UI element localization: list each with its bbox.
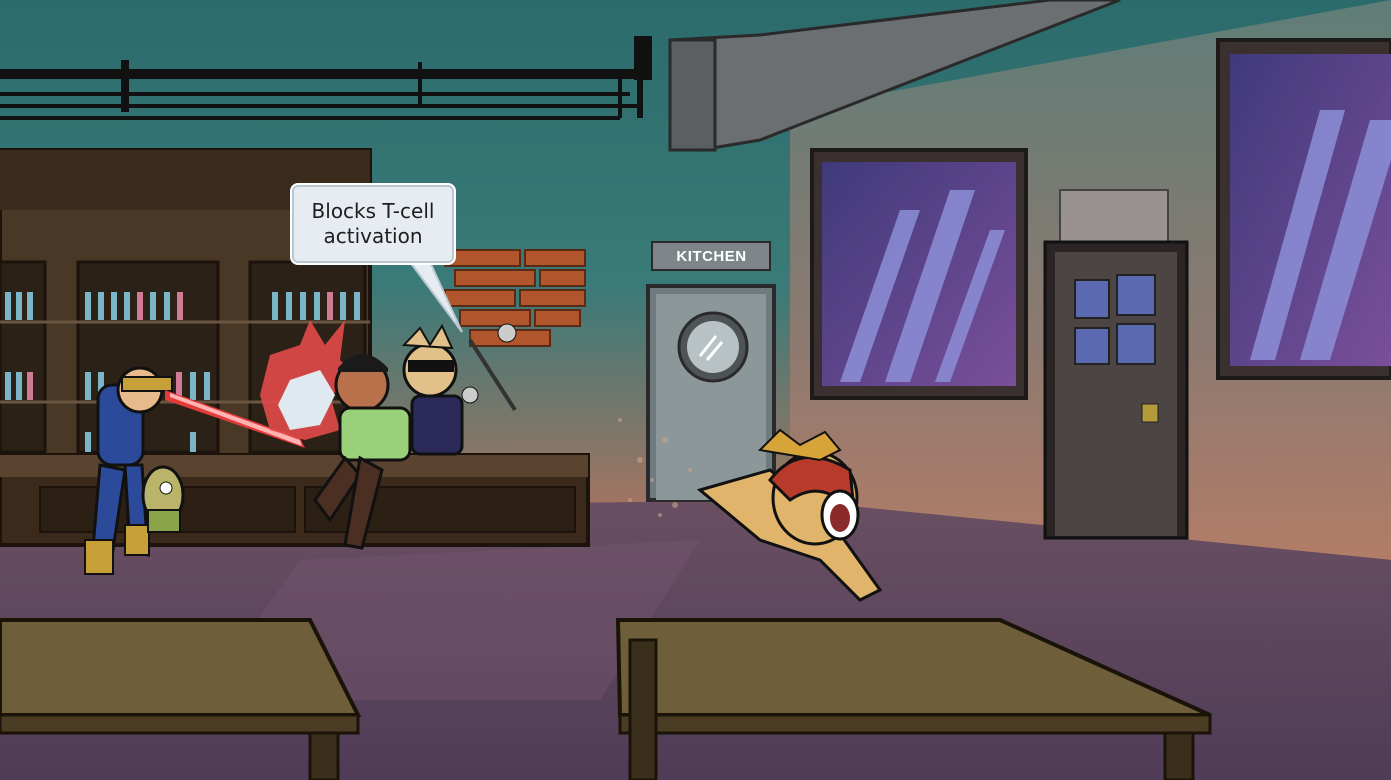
speech-bubble-tail xyxy=(408,261,463,333)
speech-bubble: Blocks T-cell activation xyxy=(290,183,456,265)
kitchen-sign: KITCHEN xyxy=(676,247,747,265)
speech-line-2: activation xyxy=(323,224,423,248)
speech-line-1: Blocks T-cell xyxy=(311,199,435,223)
game-scene: Blocks T-cell activation KITCHEN xyxy=(0,0,1391,780)
